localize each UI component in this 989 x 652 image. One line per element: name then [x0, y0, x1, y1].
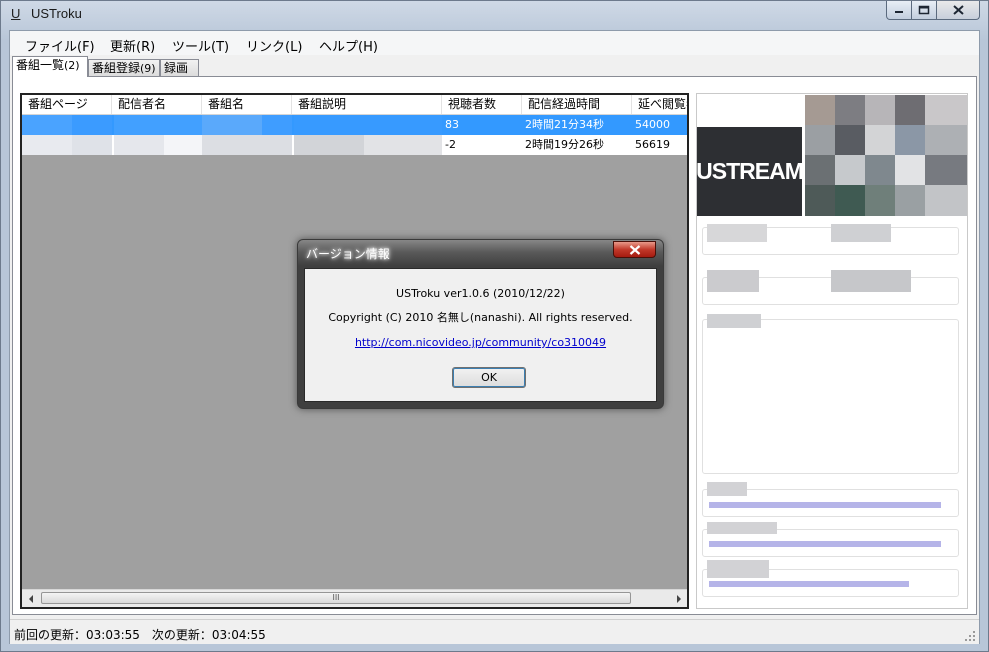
list-header: 番組ページ 配信者名 番組名 番組説明 視聴者数 配信経過時間 延べ閲覧者: [22, 95, 687, 115]
tab-program-registration[interactable]: 番組登録(9): [88, 59, 160, 76]
tab-program-list[interactable]: 番組一覧(2): [12, 56, 88, 77]
status-text: 前回の更新：03:03:55 次の更新：03:04:55: [14, 628, 266, 642]
menu-update[interactable]: 更新(R): [110, 36, 155, 55]
column-total-viewers[interactable]: 延べ閲覧者: [632, 95, 687, 114]
maximize-button[interactable]: [911, 1, 937, 20]
column-viewers[interactable]: 視聴者数: [442, 95, 522, 114]
total-cell: 56619: [635, 138, 670, 151]
close-button[interactable]: [936, 1, 980, 20]
link-field: [702, 560, 959, 597]
ok-button[interactable]: OK: [452, 367, 526, 388]
dialog-title: バージョン情報: [306, 247, 390, 261]
column-program-description[interactable]: 番組説明: [292, 95, 442, 114]
close-icon: [952, 5, 964, 15]
menu-file[interactable]: ファイル(F): [25, 36, 95, 55]
dialog-body: USTroku ver1.0.6 (2010/12/22) Copyright …: [304, 268, 657, 402]
title-bar[interactable]: U USTroku: [1, 1, 988, 29]
menu-bar: ファイル(F) 更新(R) ツール(T) リンク(L) ヘルプ(H): [10, 31, 979, 55]
window-controls: [886, 1, 980, 21]
link-field: [702, 522, 959, 557]
arrow-right-icon: [676, 594, 681, 603]
copyright-text: Copyright (C) 2010 名無し(nanashi). All rig…: [328, 311, 633, 324]
tab-count: (9): [140, 62, 156, 75]
tab-label: 録画: [164, 61, 189, 75]
version-dialog: バージョン情報 USTroku ver1.0.6 (2010/12/22) Co…: [297, 239, 664, 409]
arrow-left-icon: [28, 594, 33, 603]
column-elapsed[interactable]: 配信経過時間: [522, 95, 632, 114]
tab-count: (2): [64, 59, 80, 72]
community-link[interactable]: http://com.nicovideo.jp/community/co3100…: [355, 336, 606, 349]
scroll-right-button[interactable]: [670, 590, 687, 607]
menu-links[interactable]: リンク(L): [246, 36, 302, 55]
minimize-button[interactable]: [886, 1, 912, 20]
tab-label: 番組登録: [92, 61, 141, 75]
close-icon: [629, 244, 640, 255]
window-title: USTroku: [31, 6, 82, 21]
program-thumbnail[interactable]: [805, 95, 967, 216]
info-field: [702, 224, 959, 255]
viewers-cell: -2: [445, 138, 456, 151]
column-program-name[interactable]: 番組名: [202, 95, 292, 114]
main-window: U USTroku ファイル(F) 更新(R) ツール(T) リンク(L) ヘル…: [0, 0, 989, 652]
menu-help[interactable]: ヘルプ(H): [319, 36, 378, 55]
elapsed-cell: 2時間21分34秒: [525, 118, 604, 131]
table-row[interactable]: -2 2時間19分26秒 56619: [22, 135, 687, 155]
maximize-icon: [918, 5, 930, 15]
tab-label: 番組一覧: [16, 58, 65, 72]
status-bar: 前回の更新：03:03:55 次の更新：03:04:55: [10, 619, 979, 644]
description-box: [702, 314, 959, 474]
ustream-logo: USTREAM: [697, 127, 804, 216]
resize-grip-icon[interactable]: [964, 630, 976, 642]
version-text: USTroku ver1.0.6 (2010/12/22): [396, 287, 565, 300]
menu-tools[interactable]: ツール(T): [172, 36, 229, 55]
minimize-icon: [895, 11, 903, 13]
info-field: [702, 270, 959, 305]
viewers-cell: 83: [445, 118, 459, 131]
table-row[interactable]: 83 2時間21分34秒 54000: [22, 115, 687, 135]
link-field: [702, 482, 959, 517]
dialog-close-button[interactable]: [613, 241, 656, 258]
column-broadcaster[interactable]: 配信者名: [112, 95, 202, 114]
app-icon: U: [11, 6, 21, 21]
tab-recording[interactable]: 録画: [160, 59, 199, 76]
elapsed-cell: 2時間19分26秒: [525, 138, 604, 151]
column-program-page[interactable]: 番組ページ: [22, 95, 112, 114]
scrollbar-thumb[interactable]: III: [41, 592, 631, 604]
total-cell: 54000: [635, 118, 670, 131]
horizontal-scrollbar[interactable]: III: [22, 589, 687, 607]
program-detail-panel: USTREAM: [696, 93, 968, 609]
scroll-left-button[interactable]: [22, 590, 39, 607]
